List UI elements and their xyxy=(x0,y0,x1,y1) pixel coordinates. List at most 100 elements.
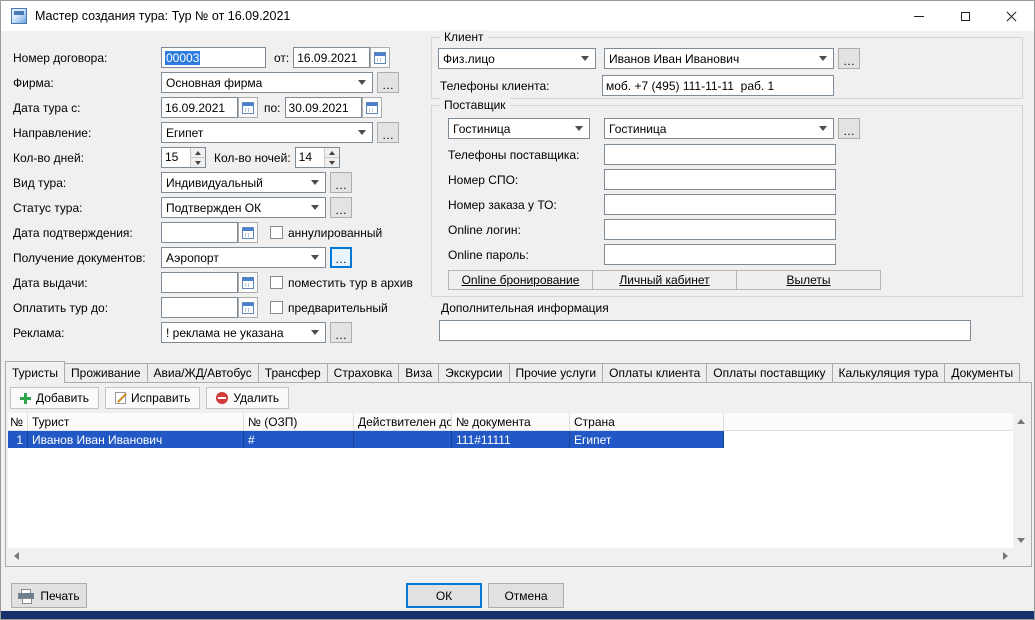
docs-receive-label: Получение документов: xyxy=(13,251,161,265)
tab-avia-zhd-avtobus[interactable]: Авиа/ЖД/Автобус xyxy=(147,363,259,382)
tour-status-combobox[interactable]: Подтвержден ОК xyxy=(161,197,326,218)
calendar-icon xyxy=(242,302,254,314)
tour-date-from-input[interactable] xyxy=(161,97,238,118)
tour-status-more-button[interactable]: … xyxy=(330,197,352,218)
tour-date-from-calendar-button[interactable] xyxy=(238,97,258,118)
annulled-checkbox[interactable] xyxy=(270,226,283,239)
direction-more-button[interactable]: … xyxy=(377,122,399,143)
spinner-down-icon[interactable] xyxy=(191,157,205,167)
online-password-row: Online пароль: xyxy=(448,244,836,265)
spinner-down-icon[interactable] xyxy=(325,157,339,167)
maximize-button[interactable] xyxy=(942,1,988,31)
spinner-up-icon[interactable] xyxy=(325,148,339,157)
ads-combobox[interactable]: ! реклама не указана xyxy=(161,322,326,343)
tab-bar: Туристы Проживание Авиа/ЖД/Автобус Транс… xyxy=(5,361,1030,382)
preliminary-checkbox[interactable] xyxy=(270,301,283,314)
spinner-buttons[interactable] xyxy=(190,148,205,167)
tour-type-combobox[interactable]: Индивидуальный xyxy=(161,172,326,193)
title-bar[interactable]: Мастер создания тура: Тур № от 16.09.202… xyxy=(1,1,1034,31)
issue-date-label: Дата выдачи: xyxy=(13,276,161,290)
chevron-down-icon xyxy=(819,126,827,131)
online-password-input[interactable] xyxy=(604,244,836,265)
cancel-button[interactable]: Отмена xyxy=(488,583,564,608)
tour-type-more-button[interactable]: … xyxy=(330,172,352,193)
confirm-date-input[interactable] xyxy=(161,222,238,243)
scroll-left-icon[interactable] xyxy=(8,548,24,564)
pay-until-label: Оплатить тур до: xyxy=(13,301,161,315)
column-header-ozp[interactable]: № (ОЗП) xyxy=(244,413,354,430)
online-login-input[interactable] xyxy=(604,219,836,240)
pay-until-calendar-button[interactable] xyxy=(238,297,258,318)
add-tourist-button[interactable]: Добавить xyxy=(10,387,99,409)
client-name-combobox[interactable]: Иванов Иван Иванович xyxy=(604,48,834,69)
tab-turisty[interactable]: Туристы xyxy=(5,361,65,383)
personal-cabinet-button[interactable]: Личный кабинет xyxy=(592,270,737,290)
edit-tourist-button[interactable]: Исправить xyxy=(105,387,200,409)
tab-oplaty-klienta[interactable]: Оплаты клиента xyxy=(602,363,707,382)
confirm-date-calendar-button[interactable] xyxy=(238,222,258,243)
close-button[interactable] xyxy=(988,1,1034,31)
print-button[interactable]: Печать xyxy=(11,583,87,608)
column-header-valid-until[interactable]: Действителен до xyxy=(354,413,452,430)
minimize-button[interactable] xyxy=(896,1,942,31)
tour-date-to-input[interactable] xyxy=(285,97,362,118)
client-type-combobox[interactable]: Физ.лицо xyxy=(438,48,596,69)
tab-oplaty-postavshiku[interactable]: Оплаты поставщику xyxy=(706,363,832,382)
ok-button[interactable]: ОК xyxy=(406,583,482,608)
minimize-icon xyxy=(914,16,924,17)
spo-number-input[interactable] xyxy=(604,169,836,190)
supplier-type-combobox[interactable]: Гостиница xyxy=(448,118,590,139)
direction-combobox[interactable]: Египет xyxy=(161,122,373,143)
additional-info-input[interactable] xyxy=(439,320,971,341)
tab-strahovka[interactable]: Страховка xyxy=(327,363,400,382)
scroll-up-icon[interactable] xyxy=(1013,413,1029,429)
client-phones-input[interactable] xyxy=(602,75,834,96)
online-booking-button[interactable]: Online бронирование xyxy=(448,270,593,290)
supplier-name-combobox[interactable]: Гостиница xyxy=(604,118,834,139)
issue-date-calendar-button[interactable] xyxy=(238,272,258,293)
firm-more-button[interactable]: … xyxy=(377,72,399,93)
client-more-button[interactable]: … xyxy=(838,48,860,69)
spinner-buttons[interactable] xyxy=(324,148,339,167)
tab-kalkulyaciya-tura[interactable]: Калькуляция тура xyxy=(832,363,946,382)
delete-tourist-button[interactable]: Удалить xyxy=(206,387,289,409)
tab-prochie-uslugi[interactable]: Прочие услуги xyxy=(509,363,604,382)
contract-date-calendar-button[interactable] xyxy=(370,47,390,68)
column-header-doc-number[interactable]: № документа xyxy=(452,413,570,430)
vertical-scrollbar[interactable] xyxy=(1013,413,1029,548)
archive-checkbox[interactable] xyxy=(270,276,283,289)
table-row[interactable]: 1 Иванов Иван Иванович # 111#11111 Египе… xyxy=(8,431,724,448)
docs-receive-more-button[interactable]: … xyxy=(330,247,352,268)
issue-date-input[interactable] xyxy=(161,272,238,293)
tab-ekskursii[interactable]: Экскурсии xyxy=(438,363,509,382)
pay-until-input[interactable] xyxy=(161,297,238,318)
chevron-down-icon xyxy=(311,180,319,185)
tab-dokumenty[interactable]: Документы xyxy=(944,363,1020,382)
scroll-right-icon[interactable] xyxy=(997,548,1013,564)
supplier-more-button[interactable]: … xyxy=(838,118,860,139)
contract-number-input[interactable]: 00003 xyxy=(161,47,266,68)
docs-receive-combobox[interactable]: Аэропорт xyxy=(161,247,326,268)
add-button-label: Добавить xyxy=(36,391,89,405)
spinner-up-icon[interactable] xyxy=(191,148,205,157)
nights-spinner[interactable]: 14 xyxy=(295,147,340,168)
scroll-down-icon[interactable] xyxy=(1013,532,1029,548)
tour-date-to-calendar-button[interactable] xyxy=(362,97,382,118)
chevron-down-icon xyxy=(358,130,366,135)
departures-button[interactable]: Вылеты xyxy=(736,270,881,290)
ads-more-button[interactable]: … xyxy=(330,322,352,343)
column-header-num[interactable]: № xyxy=(8,413,28,430)
horizontal-scrollbar[interactable] xyxy=(8,548,1013,564)
firm-combobox[interactable]: Основная фирма xyxy=(161,72,373,93)
column-header-country[interactable]: Страна xyxy=(570,413,724,430)
tab-transfer[interactable]: Трансфер xyxy=(258,363,328,382)
column-header-tourist[interactable]: Турист xyxy=(28,413,244,430)
docs-receive-row: Получение документов: Аэропорт … xyxy=(13,245,427,270)
grid-toolbar: Добавить Исправить Удалить xyxy=(6,383,1031,413)
days-spinner[interactable]: 15 xyxy=(161,147,206,168)
tab-prozhivanie[interactable]: Проживание xyxy=(64,363,148,382)
tab-viza[interactable]: Виза xyxy=(398,363,439,382)
contract-date-input[interactable] xyxy=(293,47,370,68)
to-order-number-input[interactable] xyxy=(604,194,836,215)
supplier-phones-input[interactable] xyxy=(604,144,836,165)
